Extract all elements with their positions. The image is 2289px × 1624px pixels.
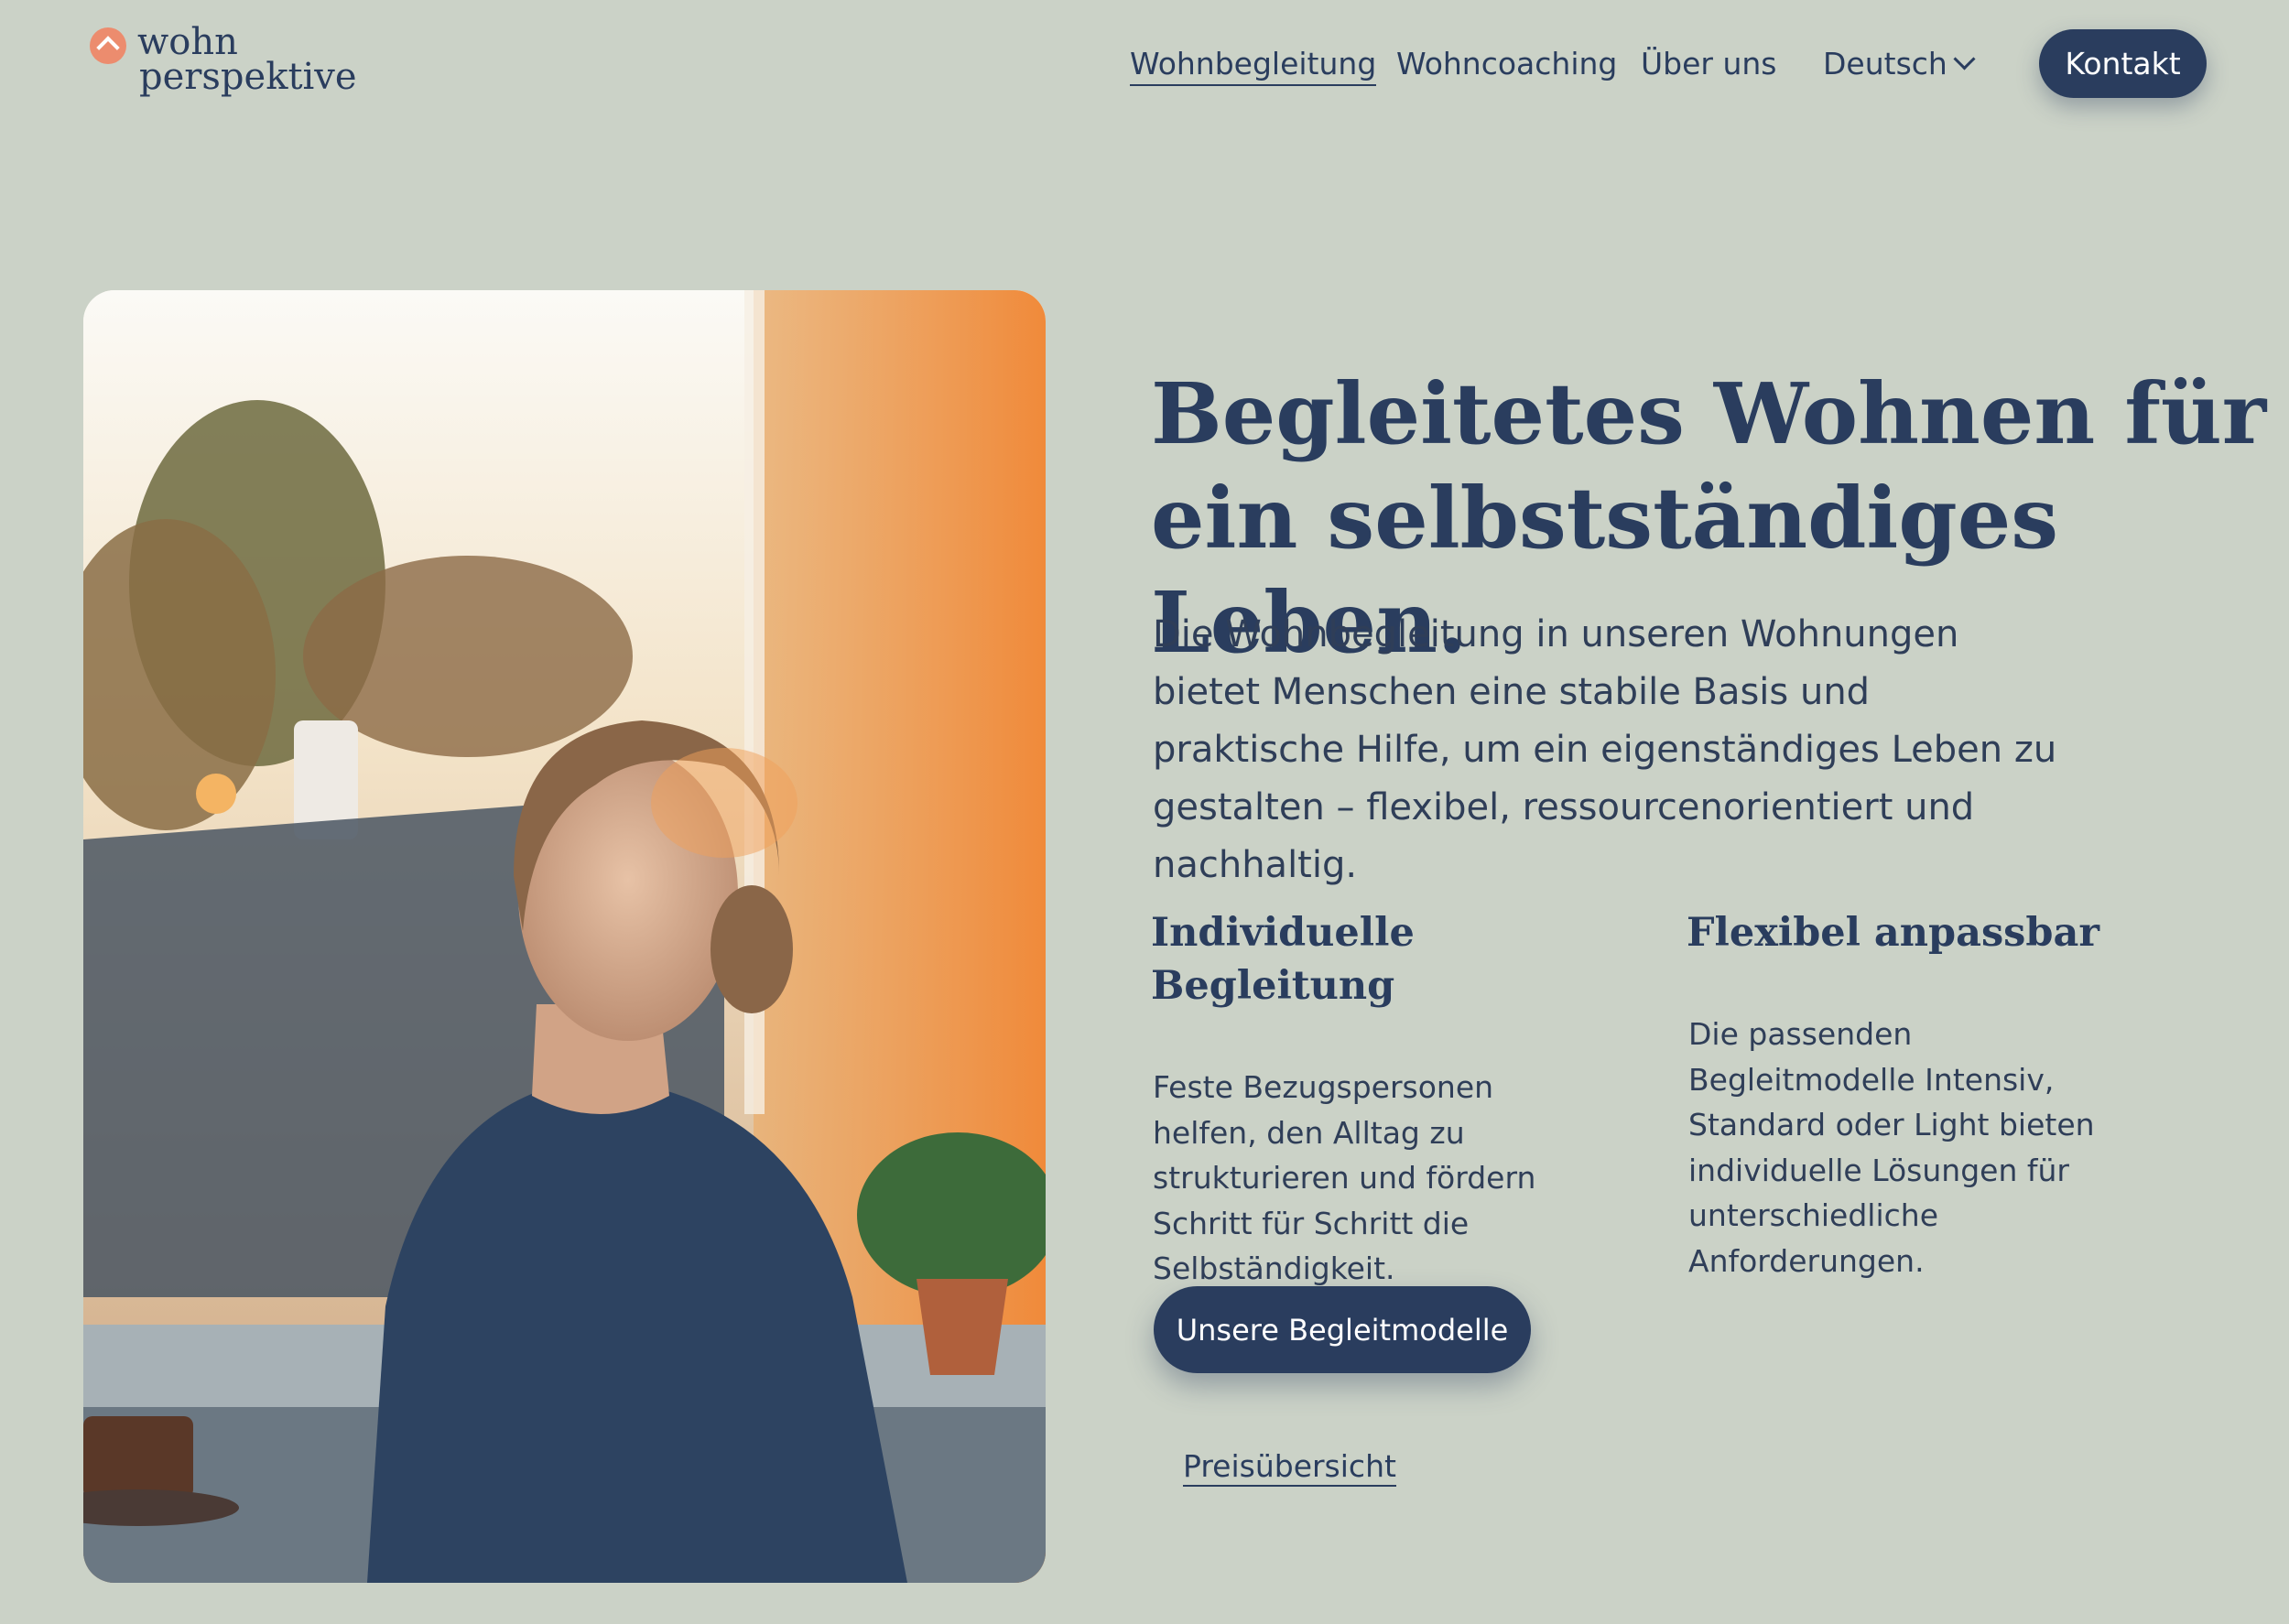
nav-item-ueber-uns[interactable]: Über uns xyxy=(1641,44,1776,84)
begleitmodelle-button[interactable]: Unsere Begleitmodelle xyxy=(1154,1286,1531,1373)
contact-button[interactable]: Kontakt xyxy=(2039,29,2207,98)
logo-text-line2: perspektive xyxy=(139,56,357,98)
feature-text: Die passenden Begleitmodelle Intensiv, S… xyxy=(1688,1016,2095,1279)
feature-title: Flexibel anpassbar xyxy=(1687,910,2099,956)
nav-item-wohncoaching[interactable]: Wohncoaching xyxy=(1396,44,1617,84)
feature-title: Individuelle Begleitung xyxy=(1151,910,1415,1009)
language-selector[interactable]: Deutsch xyxy=(1823,44,1947,84)
price-overview-link[interactable]: Preisübersicht xyxy=(1183,1448,1396,1487)
chevron-down-icon[interactable] xyxy=(1953,48,1976,70)
hero-intro: Die Wohnbegleitung in unseren Wohnungen … xyxy=(1153,613,2057,886)
feature-text: Feste Bezugspersonen helfen, den Alltag … xyxy=(1153,1069,1536,1286)
logo-text-line1: wohn xyxy=(137,21,238,63)
logo-arc-icon xyxy=(90,27,126,64)
logo[interactable]: wohn perspektive xyxy=(90,24,364,106)
hero-image xyxy=(83,290,1046,1583)
nav-item-wohnbegleitung[interactable]: Wohnbegleitung xyxy=(1130,44,1377,86)
